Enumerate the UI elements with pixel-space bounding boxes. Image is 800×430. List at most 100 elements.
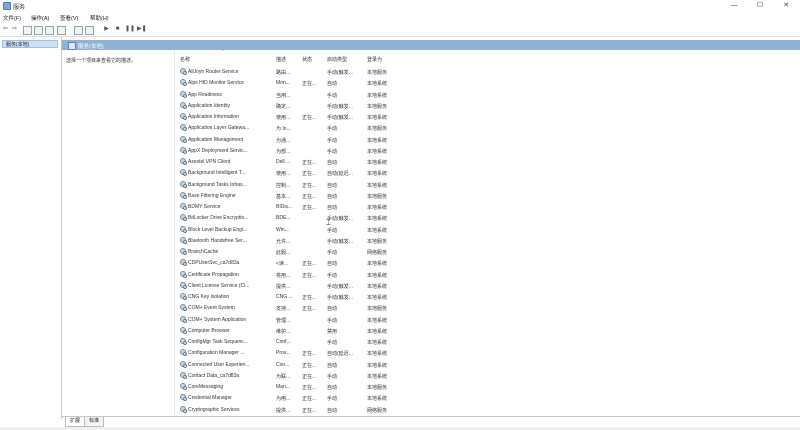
console-tree-icon[interactable]	[23, 26, 32, 35]
menu-action[interactable]: 操作(A)	[31, 14, 49, 22]
service-logon-as: 本地系统	[367, 148, 388, 155]
service-startup-type: 手动(触发...	[327, 295, 353, 301]
service-row[interactable]: AppX Deployment Servic... 为部... 手动 本地系统	[176, 146, 576, 157]
column-header-startup-type[interactable]: 启动类型	[327, 56, 347, 63]
close-button[interactable]: ✕	[773, 0, 799, 11]
service-row[interactable]: Certificate Propagation 将用... 正在... 手动 本地系统	[176, 270, 576, 281]
service-description: 路由...	[276, 70, 291, 76]
service-row[interactable]: ConfigMgr Task Sequenc... Conf... 手动 本地系统	[176, 337, 576, 348]
service-logon-as: 本地服务	[367, 103, 388, 110]
service-row[interactable]: App Readiness 当用... 手动 本地系统	[176, 90, 576, 101]
service-description: 维护...	[276, 328, 291, 335]
service-row[interactable]: Cryptographic Services 提供... 正在... 自动 网络服务	[176, 405, 576, 416]
service-row[interactable]: Base Filtering Engine 基本... 正在... 自动 本地服务	[176, 191, 576, 202]
column-header-status[interactable]: 状态	[302, 56, 312, 63]
service-gear-icon	[180, 371, 187, 379]
service-name: Alps HID Monitor Service	[188, 80, 244, 87]
service-logon-as: 本地系统	[367, 295, 388, 301]
service-row[interactable]: CDPUserSvc_ca7d83a <读... 正在... 自动 本地系统	[176, 258, 576, 269]
start-service-icon[interactable]: ▶	[103, 26, 110, 33]
service-row[interactable]: AllJoyn Router Service 路由... 手动(触发... 本地服务	[176, 67, 576, 78]
service-startup-type: 手动(触发...	[327, 103, 353, 110]
pause-service-icon[interactable]: ❚❚	[125, 26, 135, 33]
tab-extended[interactable]: 扩展	[65, 417, 85, 427]
tree-item-services-local[interactable]: 服务(本地)	[2, 40, 58, 48]
tab-standard[interactable]: 标准	[84, 417, 104, 427]
service-startup-type: 手动	[327, 272, 338, 279]
service-row[interactable]: Configuration Manager ... Prov... 正在... 自动(…	[176, 348, 576, 359]
menu-help[interactable]: 帮助(H)	[90, 14, 109, 22]
service-row[interactable]: Client License Service (Cl... 提供... 手动(触发.…	[176, 281, 576, 292]
service-row[interactable]: Connected User Experien... Con... 正在... 自动 本…	[176, 360, 576, 371]
service-logon-as: 本地系统	[367, 261, 388, 268]
service-description: 为 In...	[276, 126, 291, 133]
service-row[interactable]: CoreMessaging Man... 正在... 自动 本地服务	[176, 382, 576, 393]
service-description: 使用...	[276, 171, 291, 178]
service-row[interactable]: Background Intelligent T... 使用... 正在... 自动(…	[176, 168, 576, 179]
service-row[interactable]: COM+ System Application 管理... 手动 本地系统	[176, 315, 576, 326]
service-startup-type: 手动(触发...	[327, 115, 353, 121]
mmc-icon[interactable]	[85, 26, 94, 35]
service-status: 正在...	[302, 306, 317, 313]
column-header-description[interactable]: 描述	[276, 56, 286, 63]
service-status: 正在...	[302, 385, 317, 391]
service-logon-as: 本地系统	[367, 137, 388, 144]
service-row[interactable]: Bluetooth Handsfree Ser... 允许... 手动(触发... 本…	[176, 236, 576, 247]
service-row[interactable]: Axestel VPN Client Dell ... 正在... 自动 本地系统	[176, 157, 576, 168]
service-startup-type: 手动	[327, 126, 338, 133]
service-description: 提供...	[276, 283, 291, 290]
minimize-button[interactable]: —	[721, 0, 747, 11]
service-row[interactable]: Contact Data_ca7d83a 为联... 正在... 手动 本地系统	[176, 371, 576, 382]
forward-arrow-icon[interactable]: ⇨	[11, 26, 18, 33]
service-description: 为通...	[276, 137, 291, 144]
maximize-button[interactable]: ☐	[747, 0, 773, 11]
service-gear-icon	[180, 158, 187, 165]
view-tabs: 扩展 标准	[62, 416, 800, 427]
service-description: 此服...	[276, 250, 291, 256]
stop-service-icon[interactable]: ■	[114, 26, 121, 33]
help-book-icon[interactable]	[74, 26, 83, 35]
service-name: Background Intelligent T...	[188, 170, 246, 177]
service-gear-icon	[180, 68, 187, 75]
service-row[interactable]: Application Layer Gatewa... 为 In... 手动 本地服务	[176, 123, 576, 134]
export-list-icon[interactable]	[57, 26, 66, 35]
service-logon-as: 网络服务	[367, 407, 388, 414]
service-row[interactable]: Background Tasks Infras... 控制... 正在... 自动 本地…	[176, 180, 576, 191]
service-status: 正在...	[302, 261, 317, 268]
service-logon-as: 本地服务	[367, 70, 388, 76]
service-row[interactable]: BitLocker Drive Encryptio... BDE... 手动(触发.…	[176, 213, 576, 224]
restart-service-icon[interactable]: ▶❚	[137, 26, 147, 33]
service-row[interactable]: Computer Browser 维护... 禁用 本地系统	[176, 326, 576, 337]
column-header-name[interactable]: 名称	[180, 56, 190, 63]
service-name: Axestel VPN Client	[188, 159, 231, 165]
service-startup-type: 手动	[327, 250, 338, 256]
column-header-logon-as[interactable]: 登录为	[367, 56, 382, 63]
service-name: Computer Browser	[188, 327, 230, 334]
service-row[interactable]: BDMY Service BIDis... 正在... 自动 本地系统	[176, 202, 576, 213]
properties-icon[interactable]	[34, 26, 43, 35]
service-row[interactable]: Application Information 使用... 正在... 手动(触发..…	[176, 112, 576, 123]
service-gear-icon	[180, 349, 187, 357]
refresh-icon[interactable]	[45, 26, 54, 35]
menu-file[interactable]: 文件(F)	[3, 14, 21, 22]
service-startup-type: 自动(延迟...	[327, 351, 353, 358]
service-logon-as: 本地系统	[367, 171, 388, 178]
service-startup-type: 自动	[327, 407, 338, 414]
service-name: BranchCache	[188, 249, 219, 255]
service-row[interactable]: Application Identity 确定... 手动(触发... 本地服务	[176, 101, 576, 112]
service-startup-type: 自动	[327, 182, 338, 189]
service-row[interactable]: Alps HID Monitor Service Mon... 正在... 自动 本地系…	[176, 78, 576, 89]
back-arrow-icon[interactable]: ⇦	[2, 26, 9, 33]
service-row[interactable]: Credential Manager 为用... 正在... 手动 本地系统	[176, 393, 576, 404]
service-startup-type: 手动	[327, 148, 338, 155]
service-status: 正在...	[302, 396, 317, 403]
service-logon-as: 本地系统	[367, 317, 388, 324]
service-row[interactable]: Application Management 为通... 手动 本地系统	[176, 135, 576, 146]
service-row[interactable]: COM+ Event System 支持... 正在... 自动 本地服务	[176, 303, 576, 314]
menu-bar: 文件(F) 操作(A) 查看(V) 帮助(H)	[0, 12, 800, 23]
service-row[interactable]: BranchCache 此服... 手动 网络服务	[176, 247, 576, 258]
service-row[interactable]: CNG Key Isolation CNG ... 正在... 手动(触发... 本地系…	[176, 292, 576, 303]
service-row[interactable]: Block Level Backup Engi... Win... 手动 本地系统	[176, 225, 576, 236]
service-startup-type: 手动	[327, 317, 338, 324]
menu-view[interactable]: 查看(V)	[60, 14, 78, 22]
